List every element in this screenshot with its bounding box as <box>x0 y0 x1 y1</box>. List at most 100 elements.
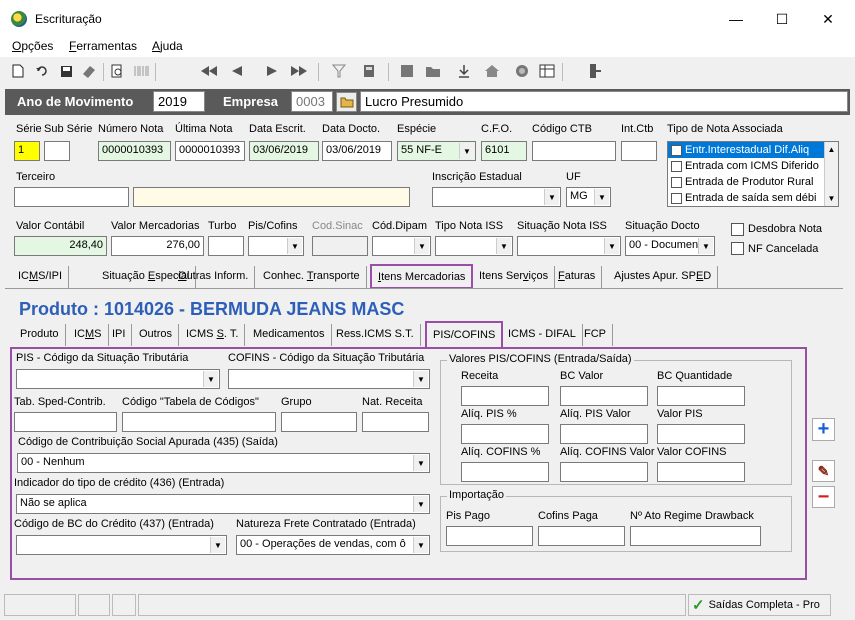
pis-cofins-select[interactable]: ▼ <box>248 236 304 256</box>
list-item[interactable]: Entrada de Produtor Rural <box>668 174 838 190</box>
eraser-icon[interactable] <box>80 62 98 80</box>
columns-icon[interactable] <box>538 62 556 80</box>
print-preview-icon[interactable] <box>108 62 126 80</box>
filter-icon[interactable] <box>330 62 348 80</box>
tab-icms-difal[interactable]: ICMS - DIFAL <box>502 324 583 346</box>
ind-credito-select[interactable]: Não se aplica ▼ <box>16 494 430 514</box>
terceiro-code-field[interactable] <box>14 187 129 207</box>
calculator-icon[interactable] <box>360 62 378 80</box>
tab-fcp[interactable]: FCP <box>578 324 613 346</box>
aliq-pis-field[interactable] <box>461 424 549 444</box>
last-record-icon[interactable] <box>290 62 308 80</box>
edit-pencil-icon[interactable]: ✎ <box>812 460 835 482</box>
menu-ajuda[interactable]: Ajuda <box>152 39 183 53</box>
especie-select[interactable]: 55 NF-E ▼ <box>397 141 476 161</box>
tab-faturas[interactable]: Faturas <box>552 266 603 288</box>
cfo-field[interactable]: 6101 <box>481 141 527 161</box>
cst-cofins-select[interactable]: ▼ <box>228 369 430 389</box>
list-item[interactable]: Entrada com ICMS Diferido <box>668 158 838 174</box>
tab-produto[interactable]: Produto <box>14 324 66 346</box>
cst-pis-select[interactable]: ▼ <box>16 369 220 389</box>
desdobra-nota-checkbox[interactable] <box>731 223 744 236</box>
checkbox[interactable] <box>671 160 682 172</box>
valor-contabil-field[interactable]: 248,40 <box>14 236 107 256</box>
new-document-icon[interactable] <box>9 62 27 80</box>
cod-dipam-select[interactable]: ▼ <box>372 236 431 256</box>
aliq-pis-valor-field[interactable] <box>560 424 648 444</box>
valor-cofins-field[interactable] <box>657 462 745 482</box>
codigo-tabela-field[interactable] <box>122 412 276 432</box>
cod-contrib-select[interactable]: 00 - Nenhum ▼ <box>17 453 430 473</box>
tab-ajustes-apur-sped[interactable]: Ajustes Apur. SPED <box>608 266 719 288</box>
checkbox[interactable] <box>671 176 682 188</box>
turbo-field[interactable] <box>208 236 244 256</box>
valor-mercadorias-field[interactable]: 276,00 <box>111 236 204 256</box>
ano-movimento-field[interactable]: 2019 <box>153 91 205 112</box>
uf-select[interactable]: MG ▼ <box>566 187 611 207</box>
list-item[interactable]: Entrada de saída sem débi <box>668 190 838 206</box>
serie-field[interactable]: 1 <box>14 141 40 161</box>
list-item[interactable]: Entr.Interestadual Dif.Aliq <box>668 142 838 158</box>
sub-serie-field[interactable] <box>44 141 70 161</box>
pis-pago-field[interactable] <box>446 526 533 546</box>
save-icon[interactable] <box>57 62 75 80</box>
bc-valor-field[interactable] <box>560 386 648 406</box>
tipo-nota-associada-list[interactable]: Entr.Interestadual Dif.Aliq Entrada com … <box>667 141 839 207</box>
aliq-cofins-field[interactable] <box>461 462 549 482</box>
first-record-icon[interactable] <box>200 62 218 80</box>
codigo-ctb-field[interactable] <box>532 141 616 161</box>
empresa-code-field[interactable]: 0003 <box>291 91 333 112</box>
nat-receita-field[interactable] <box>362 412 429 432</box>
data-docto-field[interactable]: 03/06/2019 <box>322 141 392 161</box>
cod-bc-credito-select[interactable]: ▼ <box>16 535 227 555</box>
download-icon[interactable] <box>455 62 473 80</box>
folder-icon[interactable] <box>424 62 442 80</box>
open-folder-icon[interactable] <box>336 92 357 112</box>
tab-medicamentos[interactable]: Medicamentos <box>247 324 332 346</box>
next-record-icon[interactable] <box>263 62 281 80</box>
checkbox[interactable] <box>671 192 682 204</box>
nf-cancelada-checkbox[interactable] <box>731 242 744 255</box>
tab-ipi[interactable]: IPI <box>106 324 133 346</box>
tab-ress-icms-st[interactable]: Ress.ICMS S.T. <box>330 324 421 346</box>
tab-icms[interactable]: ICMS <box>68 324 109 346</box>
grupo-field[interactable] <box>281 412 357 432</box>
int-ctb-field[interactable] <box>621 141 657 161</box>
undo-icon[interactable] <box>33 62 51 80</box>
close-button[interactable]: ✕ <box>805 6 851 32</box>
add-button[interactable]: + <box>812 418 835 441</box>
inscricao-estadual-select[interactable]: ▼ <box>432 187 561 207</box>
tab-itens-mercadorias[interactable]: Itens Mercadorias <box>370 264 474 289</box>
tipo-nota-iss-select[interactable]: ▼ <box>435 236 513 256</box>
cofins-paga-field[interactable] <box>538 526 625 546</box>
tab-outras-inform[interactable]: Outras Inform. <box>172 266 256 288</box>
situacao-nota-iss-select[interactable]: ▼ <box>517 236 621 256</box>
menu-opcoes[interactable]: Opções <box>12 39 53 53</box>
tab-outros[interactable]: Outros <box>133 324 180 346</box>
tab-icms-ipi[interactable]: ICMS/IPI <box>12 266 70 288</box>
remove-button[interactable]: − <box>812 486 835 508</box>
situacao-docto-select[interactable]: 00 - Documen ▼ <box>625 236 715 256</box>
book-icon[interactable] <box>398 62 416 80</box>
aliq-cofins-valor-field[interactable] <box>560 462 648 482</box>
money-icon[interactable] <box>513 62 531 80</box>
previous-record-icon[interactable] <box>228 62 246 80</box>
home-icon[interactable] <box>483 62 501 80</box>
bar-code-icon[interactable] <box>133 62 151 80</box>
list-scrollbar[interactable]: ▲ ▼ <box>824 142 838 206</box>
minimize-button[interactable]: — <box>713 6 759 32</box>
tab-sped-contrib-field[interactable] <box>14 412 117 432</box>
exit-door-icon[interactable] <box>586 62 604 80</box>
tab-icms-st[interactable]: ICMS S. T. <box>180 324 246 346</box>
ato-drawback-field[interactable] <box>630 526 761 546</box>
tab-itens-servicos[interactable]: Itens Serviços <box>473 266 556 288</box>
tab-conhec-transporte[interactable]: Conhec. Transporte <box>257 266 367 288</box>
valor-pis-field[interactable] <box>657 424 745 444</box>
bc-quantidade-field[interactable] <box>657 386 745 406</box>
numero-nota-field[interactable]: 0000010393 <box>98 141 171 161</box>
menu-ferramentas[interactable]: Ferramentas <box>69 39 137 53</box>
receita-field[interactable] <box>461 386 549 406</box>
nat-frete-select[interactable]: 00 - Operações de vendas, com ô ▼ <box>236 535 430 555</box>
maximize-button[interactable]: ☐ <box>759 6 805 32</box>
checkbox[interactable] <box>671 144 682 156</box>
